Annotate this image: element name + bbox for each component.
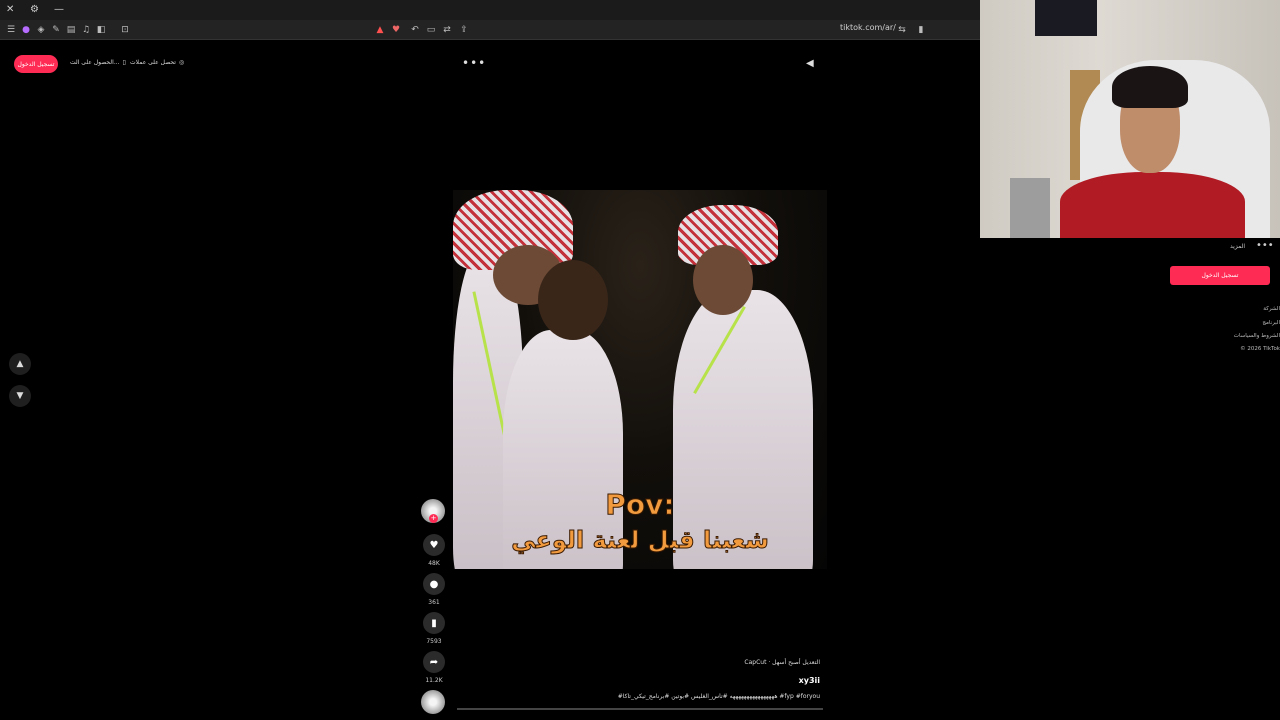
microphone-image [1010, 178, 1050, 238]
back-icon[interactable]: ↶ [408, 23, 422, 37]
browser-toolbar: ☰ ● ◈ ✎ ▤ ♫ ◧ ⊡ ▲ ♥ ↶ ▭ ⇄ ⇪ tiktok.com/a… [0, 20, 980, 40]
get-app-label: الحصول على الت... [70, 59, 120, 66]
shield-icon[interactable]: ◈ [34, 23, 48, 37]
person-image [1112, 66, 1188, 108]
comment-button[interactable]: ● [423, 573, 445, 595]
brave-icon[interactable]: ▲ [373, 23, 387, 37]
more-options-icon[interactable]: ••• [462, 56, 486, 70]
minimize-window-icon[interactable]: — [54, 3, 64, 17]
bookmark-icon: ▮ [431, 617, 437, 629]
like-button[interactable]: ♥ [423, 534, 445, 556]
video-figure [693, 245, 753, 315]
sidebar-copyright: © 2026 TikTok [1240, 346, 1280, 352]
like-count: 48K [428, 560, 440, 567]
video-progress-bar[interactable] [457, 708, 823, 710]
translate-icon[interactable]: ⇄ [440, 23, 454, 37]
music-icon[interactable]: ♫ [79, 23, 93, 37]
notification-icon[interactable]: ♥ [389, 23, 403, 37]
sync-icon[interactable]: ⇆ [895, 23, 909, 37]
sidebar-link-company[interactable]: الشركة [1180, 306, 1280, 312]
capcut-badge[interactable]: CapCut · التعديل أصبح أسهل [730, 659, 820, 666]
browser-titlebar: ✕ ⚙ — [0, 0, 980, 20]
get-app-button[interactable]: الحصول على الت... ▯ [70, 59, 126, 66]
video-player[interactable]: Pov: شعبنا قبل لعنة الوعي [453, 190, 827, 569]
sidebar-icon[interactable]: ◧ [94, 23, 108, 37]
share-count: 11.2K [425, 677, 443, 684]
extension-icon[interactable]: ● [19, 23, 33, 37]
screenshot-icon[interactable]: ⊡ [118, 23, 132, 37]
reader-icon[interactable]: ▭ [424, 23, 438, 37]
video-caption-pov: Pov: [605, 488, 675, 522]
share-icon[interactable]: ⇪ [457, 23, 471, 37]
sidebar-more-label[interactable]: المزيد [1230, 243, 1245, 250]
poster-image [1035, 0, 1097, 36]
person-image [1060, 172, 1245, 238]
save-button[interactable]: ▮ [423, 612, 445, 634]
chevron-down-icon: ▼ [16, 391, 24, 401]
sidebar-login-button[interactable]: تسجيل الدخول [1170, 266, 1270, 285]
sidebar-link-program[interactable]: البرنامج [1180, 320, 1280, 326]
menu-icon[interactable]: ☰ [4, 23, 18, 37]
music-disc-avatar[interactable] [421, 690, 445, 714]
chevron-up-icon: ▲ [16, 359, 24, 369]
next-video-button[interactable]: ▼ [9, 385, 31, 407]
share-arrow-icon: ➦ [429, 656, 439, 668]
video-description: #ههههههههههههههههه #تأس_الغليس #بوتين #ب… [617, 693, 820, 700]
previous-video-button[interactable]: ▲ [9, 353, 31, 375]
webcam-overlay [980, 0, 1280, 238]
coin-icon: ◎ [178, 59, 185, 66]
video-caption-arabic: شعبنا قبل لعنة الوعي [511, 526, 770, 555]
sidebar-link-terms[interactable]: الشروط والسياسات [1180, 333, 1280, 339]
comment-icon: ● [429, 578, 439, 590]
phone-icon: ▯ [122, 59, 126, 66]
settings-icon[interactable]: ⚙ [30, 3, 39, 17]
close-window-icon[interactable]: ✕ [6, 3, 14, 17]
video-figure [538, 260, 608, 340]
creator-username[interactable]: xy3ii [770, 676, 820, 685]
share-button[interactable]: ➦ [423, 651, 445, 673]
bookmark-icon[interactable]: ▮ [914, 23, 928, 37]
pin-icon[interactable]: ✎ [49, 23, 63, 37]
get-coins-label: تحصل على عملات [130, 59, 176, 66]
comment-count: 361 [428, 599, 440, 606]
save-count: 7593 [426, 638, 442, 645]
tabs-icon[interactable]: ▤ [64, 23, 78, 37]
login-button[interactable]: تسجيل الدخول [14, 55, 58, 73]
follow-plus-icon[interactable]: + [429, 514, 438, 523]
heart-icon: ♥ [429, 539, 439, 551]
sidebar-more-icon[interactable]: ••• [1256, 240, 1274, 251]
url-bar[interactable]: tiktok.com/ar/ [840, 23, 896, 32]
volume-icon[interactable]: ◀ [806, 58, 814, 69]
get-coins-button[interactable]: تحصل على عملات ◎ [130, 59, 184, 66]
